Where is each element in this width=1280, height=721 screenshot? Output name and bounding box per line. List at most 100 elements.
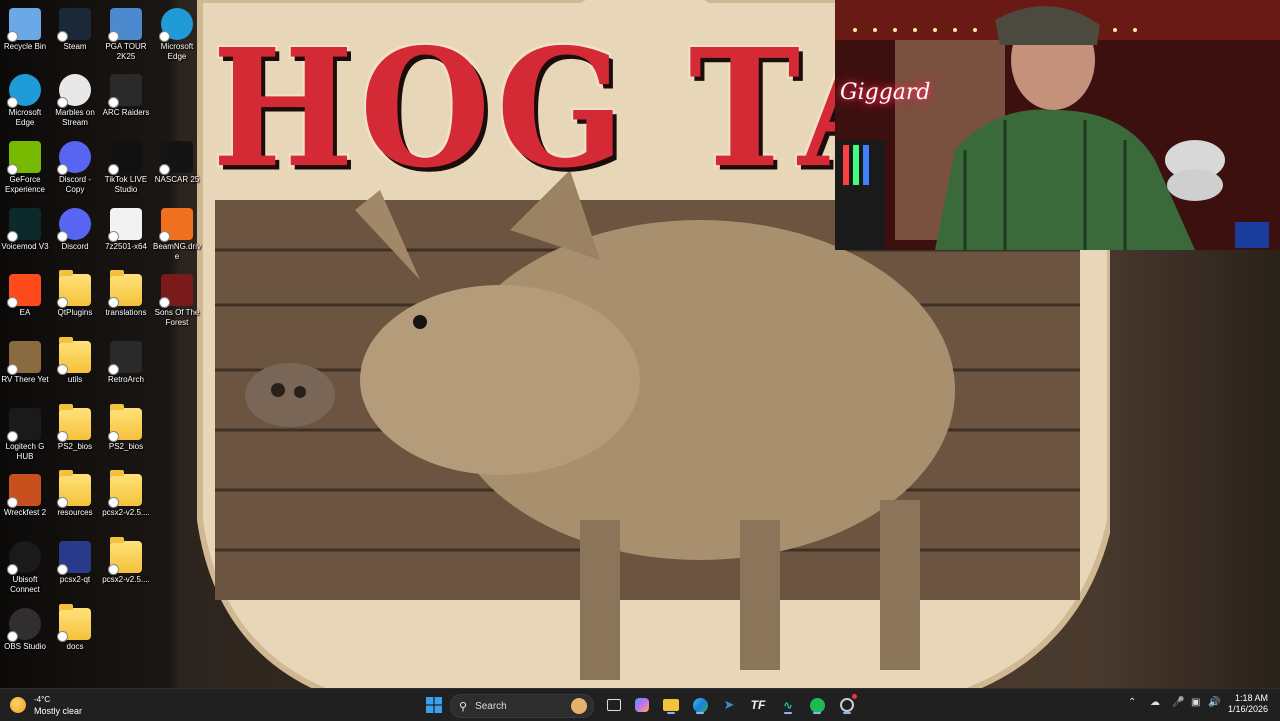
microphone-icon[interactable]: 🎤 [1172,697,1184,708]
windows-icon [426,697,442,713]
desktop-icon[interactable]: resources [50,470,100,534]
shortcut-badge-icon [57,164,68,175]
tf-app-button[interactable]: TF [748,695,768,715]
desktop-icon[interactable]: pcsx2-qt [50,537,100,601]
desktop-icon-label: BeamNG.drive [152,242,201,261]
spotify-button[interactable] [807,695,827,715]
desktop-icon-label: resources [57,508,93,517]
folder-icon [57,404,91,442]
running-indicator [784,712,792,714]
shortcut-badge-icon [7,297,18,308]
desktop-icon[interactable]: Wreckfest 2 [0,470,50,534]
desktop-icon-label: Marbles on Stream [55,108,95,127]
desktop-icon-label: pcsx2-qt [59,575,91,584]
folder-icon [108,270,142,308]
desktop-icon-label: Ubisoft Connect [10,575,40,594]
desktop-icon[interactable]: GeForce Experience [0,137,50,201]
desktop-icon-label: Sons Of The Forest [154,308,200,327]
desktop-icon[interactable]: PGA TOUR 2K25 [101,4,151,68]
search-highlight-icon [571,698,587,714]
desktop-icon[interactable]: RV There Yet [0,337,50,401]
desktop-icon[interactable]: Discord [50,204,100,268]
logitech-icon [7,408,41,442]
desktop-icon[interactable]: BeamNG.drive [152,204,202,268]
shortcut-badge-icon [57,231,68,242]
shortcut-badge-icon [7,31,18,42]
network-icon[interactable]: ▣ [1191,697,1200,708]
volume-icon[interactable]: 🔊 [1208,697,1220,708]
desktop-icon[interactable]: Microsoft Edge [152,4,202,68]
wreckfest-icon [7,474,41,508]
desktop-icon-label: EA [19,308,31,317]
desktop-icon-label: 7z2501-x64 [105,242,147,251]
discord-icon [57,208,91,242]
desktop-icon-label: Steam [63,42,87,51]
desktop-icon[interactable]: Marbles on Stream [50,70,100,134]
shortcut-badge-icon [57,564,68,575]
desktop-icon[interactable]: Discord - Copy [50,137,100,201]
desktop-icon-label: ARC Raiders [102,108,150,117]
voicemod-icon [7,208,41,242]
desktop-icon[interactable]: PS2_bios [101,404,151,468]
start-button[interactable] [424,695,444,715]
system-clock[interactable]: 1:18 AM 1/16/2026 [1228,693,1268,715]
desktop-icon-label: RV There Yet [1,375,49,384]
desktop-icon-label: PS2_bios [57,442,93,451]
shortcut-badge-icon [57,431,68,442]
desktop-icon[interactable]: Sons Of The Forest [152,270,202,334]
desktop-icon-label: PS2_bios [108,442,144,451]
edge-button[interactable] [690,695,710,715]
desktop-icon[interactable]: pcsx2-v2.5.... [101,470,151,534]
desktop-icon-label: Logitech G HUB [5,442,45,461]
desktop-icon[interactable]: QtPlugins [50,270,100,334]
folder-icon [108,537,142,575]
desktop-icon[interactable]: Recycle Bin [0,4,50,68]
rv-there-yet-icon [7,341,41,375]
desktop-icon[interactable]: 7z2501-x64 [101,204,151,268]
desktop-icon[interactable]: EA [0,270,50,334]
shortcut-badge-icon [7,231,18,242]
taskbar-search[interactable]: ⚲ Search [450,694,594,718]
desktop-icon-label: Microsoft Edge [8,108,42,127]
desktop-icon-label: Voicemod V3 [1,242,49,251]
obs-icon [840,698,854,712]
desktop-icon[interactable]: utils [50,337,100,401]
shortcut-badge-icon [57,31,68,42]
desktop-icon[interactable]: pcsx2-v2.5.... [101,537,151,601]
desktop-icon[interactable]: PS2_bios [50,404,100,468]
shortcut-badge-icon [108,31,119,42]
shortcut-badge-icon [108,497,119,508]
copilot-button[interactable] [632,695,652,715]
desktop-icon[interactable]: TikTok LIVE Studio [101,137,151,201]
shortcut-badge-icon [108,164,119,175]
desktop-icon-label: pcsx2-v2.5.... [102,508,150,517]
task-view-button[interactable] [604,695,624,715]
file-explorer-button[interactable] [661,695,681,715]
desktop-icon[interactable]: Ubisoft Connect [0,537,50,601]
desktop-icon-label: PGA TOUR 2K25 [105,42,147,61]
desktop-icon-label: RetroArch [107,375,144,384]
desktop-icon[interactable]: Steam [50,4,100,68]
obs-button[interactable] [837,694,857,715]
desktop-icon[interactable]: RetroArch [101,337,151,401]
shortcut-badge-icon [7,431,18,442]
edge-icon [692,697,708,713]
desktop-icon[interactable]: OBS Studio [0,604,50,668]
chevron-up-icon[interactable]: ⌃ [1128,697,1136,708]
desktop-icon[interactable]: Voicemod V3 [0,204,50,268]
desktop-icon[interactable]: Microsoft Edge [0,70,50,134]
search-icon: ⚲ [459,700,468,713]
ea-icon [7,274,41,308]
cloud-icon[interactable]: ☁ [1150,697,1160,708]
desktop-icon[interactable]: ARC Raiders [101,70,151,134]
desktop-icon[interactable]: translations [101,270,151,334]
app-button[interactable]: ➤ [719,695,739,715]
desktop-icon[interactable]: Logitech G HUB [0,404,50,468]
running-indicator [813,712,821,714]
weather-condition: Mostly clear [34,706,83,716]
voicemod-button[interactable]: ∿ [778,695,798,715]
desktop-icon[interactable]: docs [50,604,100,668]
webcam-scene [835,0,1280,250]
folder-icon [57,604,91,642]
desktop-icon[interactable]: NASCAR 25 [152,137,202,201]
